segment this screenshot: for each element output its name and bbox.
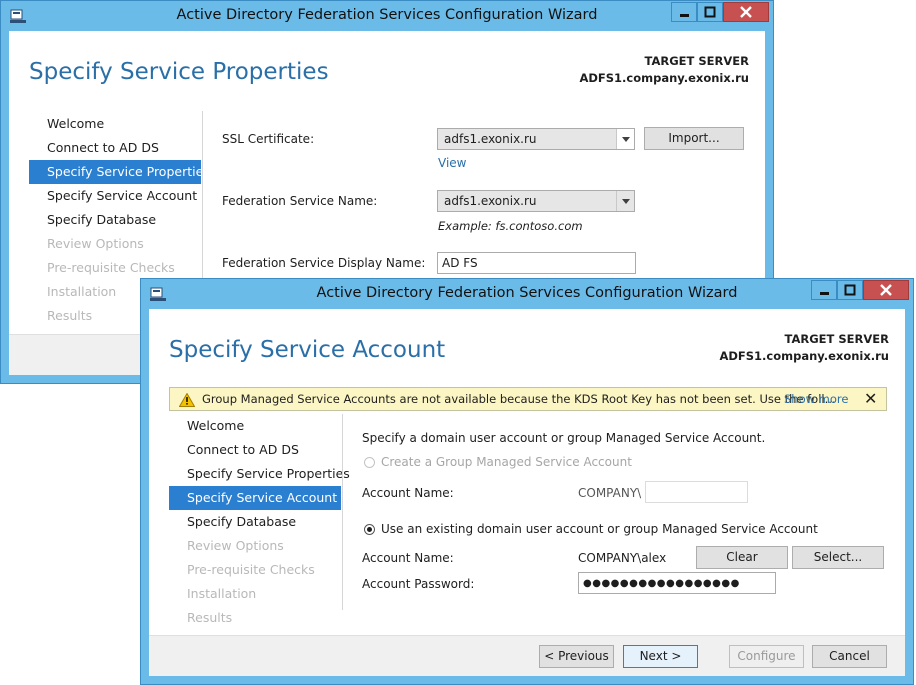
ssl-certificate-value: adfs1.exonix.ru bbox=[444, 132, 537, 146]
gmsa-option-label[interactable]: Create a Group Managed Service Account bbox=[381, 455, 632, 469]
back-minimize-button[interactable] bbox=[671, 2, 697, 22]
nav-item-connect-ad-ds[interactable]: Connect to AD DS bbox=[29, 136, 201, 160]
ssl-certificate-label: SSL Certificate: bbox=[222, 132, 315, 146]
federation-service-name-label: Federation Service Name: bbox=[222, 194, 378, 208]
nav-item-specify-database[interactable]: Specify Database bbox=[169, 510, 341, 534]
nav-item-connect-ad-ds[interactable]: Connect to AD DS bbox=[169, 438, 341, 462]
back-maximize-button[interactable] bbox=[697, 2, 723, 22]
next-button[interactable]: Next > bbox=[623, 645, 698, 668]
minimize-icon bbox=[820, 292, 829, 295]
front-title-bar[interactable]: Active Directory Federation Services Con… bbox=[141, 279, 913, 309]
dropdown-arrow-icon[interactable] bbox=[616, 129, 634, 149]
front-target-server-name: ADFS1.company.exonix.ru bbox=[719, 349, 889, 363]
close-icon bbox=[880, 284, 892, 296]
nav-item-prerequisite-checks: Pre-requisite Checks bbox=[47, 260, 175, 275]
front-page-title: Specify Service Account bbox=[169, 337, 446, 363]
front-footer: < Previous Next > Configure Cancel bbox=[149, 635, 905, 676]
nav-item-specify-service-account[interactable]: Specify Service Account bbox=[169, 486, 341, 510]
federation-service-name-combo[interactable]: adfs1.exonix.ru bbox=[437, 190, 635, 212]
front-close-button[interactable] bbox=[863, 280, 909, 300]
instruction-text: Specify a domain user account or group M… bbox=[362, 431, 766, 445]
gmsa-account-name-input[interactable] bbox=[645, 481, 748, 503]
maximize-icon bbox=[704, 6, 716, 18]
view-certificate-link[interactable]: View bbox=[438, 156, 466, 170]
display-name-label: Federation Service Display Name: bbox=[222, 256, 426, 270]
nav-item-specify-service-account[interactable]: Specify Service Account bbox=[29, 184, 201, 208]
front-target-server-label: TARGET SERVER bbox=[784, 332, 889, 346]
existing-account-option-label[interactable]: Use an existing domain user account or g… bbox=[381, 522, 818, 536]
front-wizard-nav: Welcome Connect to AD DS Specify Service… bbox=[169, 414, 350, 630]
account-password-label: Account Password: bbox=[362, 577, 475, 591]
warning-close-icon[interactable]: ✕ bbox=[864, 389, 877, 408]
clear-button[interactable]: Clear bbox=[696, 546, 788, 569]
previous-button[interactable]: < Previous bbox=[539, 645, 614, 668]
account-name-label: Account Name: bbox=[362, 551, 454, 565]
nav-item-specify-service-properties[interactable]: Specify Service Properties bbox=[29, 160, 210, 184]
show-more-link[interactable]: Show more bbox=[784, 392, 848, 406]
front-minimize-button[interactable] bbox=[811, 280, 837, 300]
import-button[interactable]: Import... bbox=[644, 127, 744, 150]
gmsa-radio-icon[interactable] bbox=[364, 457, 375, 468]
nav-item-review-options: Review Options bbox=[187, 538, 284, 553]
warning-icon bbox=[179, 393, 195, 407]
front-nav-divider bbox=[342, 414, 343, 610]
front-client-area: Specify Service Account TARGET SERVER AD… bbox=[149, 309, 905, 676]
configure-button: Configure bbox=[729, 645, 804, 668]
nav-item-specify-service-properties[interactable]: Specify Service Properties bbox=[169, 462, 350, 486]
ssl-certificate-combo[interactable]: adfs1.exonix.ru bbox=[437, 128, 635, 150]
existing-account-radio-icon[interactable] bbox=[364, 524, 375, 535]
nav-item-specify-database[interactable]: Specify Database bbox=[29, 208, 201, 232]
gmsa-domain-prefix: COMPANY\ bbox=[578, 486, 642, 500]
back-target-server: TARGET SERVER ADFS1.company.exonix.ru bbox=[579, 53, 749, 87]
nav-item-welcome[interactable]: Welcome bbox=[29, 112, 201, 136]
minimize-icon bbox=[680, 14, 689, 17]
kds-warning-bar: Group Managed Service Accounts are not a… bbox=[169, 387, 887, 411]
nav-item-review-options: Review Options bbox=[47, 236, 144, 251]
nav-item-results: Results bbox=[187, 610, 233, 625]
close-icon bbox=[740, 6, 752, 18]
warning-message: Group Managed Service Accounts are not a… bbox=[202, 392, 836, 406]
account-password-input[interactable]: ●●●●●●●●●●●●●●●●● bbox=[578, 572, 776, 594]
front-target-server: TARGET SERVER ADFS1.company.exonix.ru bbox=[719, 331, 889, 365]
dropdown-arrow-icon[interactable] bbox=[616, 191, 634, 211]
cancel-button[interactable]: Cancel bbox=[812, 645, 887, 668]
front-maximize-button[interactable] bbox=[837, 280, 863, 300]
maximize-icon bbox=[844, 284, 856, 296]
account-name-value: COMPANY\alex bbox=[578, 551, 667, 565]
nav-item-installation: Installation bbox=[187, 586, 257, 601]
display-name-input[interactable]: AD FS bbox=[437, 252, 636, 274]
nav-item-prerequisite-checks: Pre-requisite Checks bbox=[187, 562, 315, 577]
back-target-server-name: ADFS1.company.exonix.ru bbox=[579, 71, 749, 85]
federation-example-text: Example: fs.contoso.com bbox=[438, 219, 583, 233]
back-page-title: Specify Service Properties bbox=[29, 59, 329, 85]
nav-item-welcome[interactable]: Welcome bbox=[169, 414, 341, 438]
front-wizard-window: Active Directory Federation Services Con… bbox=[140, 278, 914, 685]
front-window-title: Active Directory Federation Services Con… bbox=[316, 285, 738, 301]
select-button[interactable]: Select... bbox=[792, 546, 884, 569]
federation-service-name-value: adfs1.exonix.ru bbox=[444, 194, 537, 208]
back-target-server-label: TARGET SERVER bbox=[644, 54, 749, 68]
back-close-button[interactable] bbox=[723, 2, 769, 22]
back-window-title: Active Directory Federation Services Con… bbox=[176, 7, 598, 23]
gmsa-account-name-label: Account Name: bbox=[362, 486, 454, 500]
back-title-bar[interactable]: Active Directory Federation Services Con… bbox=[1, 1, 773, 31]
